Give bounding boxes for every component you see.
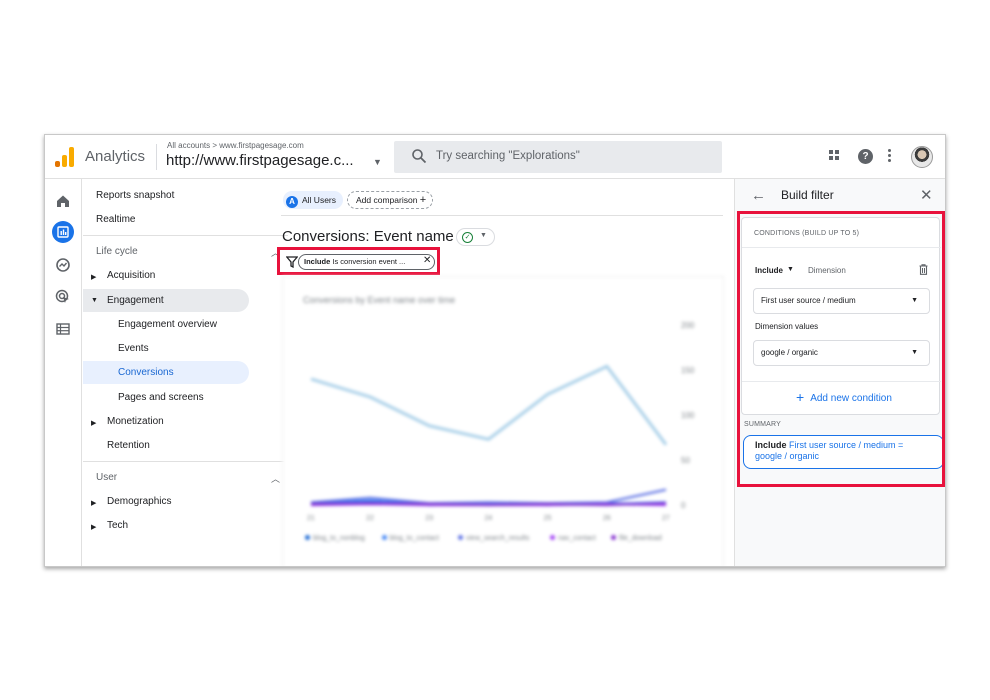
x-tick-label: 26 (603, 515, 611, 522)
explore-icon[interactable] (55, 257, 71, 273)
main-divider (281, 215, 723, 216)
nav-tech[interactable]: Tech (107, 520, 128, 531)
nav-pages-and-screens[interactable]: Pages and screens (118, 392, 204, 403)
more-vert-icon[interactable] (888, 149, 892, 165)
reports-nav: Reports snapshot Realtime Life cycle ︿ ▶… (83, 179, 288, 566)
app-name: Analytics (85, 148, 146, 165)
back-arrow-icon[interactable]: ← (751, 187, 766, 204)
legend-dot (381, 535, 387, 540)
configure-icon[interactable] (55, 321, 71, 337)
avatar[interactable] (911, 146, 933, 168)
nav-conversions[interactable]: Conversions (118, 367, 174, 378)
account-breadcrumb[interactable]: All accounts > www.firstpagesage.com (167, 141, 304, 150)
legend-item[interactable]: blog_to_contact (381, 535, 439, 542)
search-bar[interactable]: Try searching "Explorations" (394, 141, 722, 173)
legend-label: blog_to_nonblog (313, 535, 365, 542)
filter-highlight-box (277, 247, 440, 275)
report-status-dropdown[interactable]: ✓ ▼ (456, 228, 495, 246)
legend-item[interactable]: file_download (611, 535, 662, 542)
legend-label: nav_contact (558, 535, 596, 542)
nav-divider (83, 235, 288, 236)
check-circle-icon: ✓ (462, 232, 473, 243)
y-tick-label: 200 (681, 321, 695, 330)
search-icon (412, 149, 427, 164)
legend-item[interactable]: blog_to_nonblog (305, 535, 365, 542)
y-tick-label: 50 (681, 456, 690, 465)
nav-monetization[interactable]: Monetization (107, 416, 164, 427)
y-tick-label: 0 (681, 501, 686, 510)
header-divider (156, 144, 157, 170)
nav-retention[interactable]: Retention (107, 440, 150, 451)
expand-demographics-icon[interactable]: ▶ (91, 499, 96, 507)
plus-icon: + (419, 194, 427, 206)
expand-tech-icon[interactable]: ▶ (91, 523, 96, 531)
comparison-chip-label: All Users (302, 195, 337, 205)
legend-label: view_search_results (466, 535, 530, 542)
legend-item[interactable]: nav_contact (550, 535, 596, 542)
legend-dot (611, 535, 616, 540)
report-main: A All Users Add comparison + Conversions:… (261, 179, 733, 566)
x-tick-label: 23 (425, 515, 433, 522)
collapse-engagement-icon[interactable]: ▼ (91, 297, 98, 304)
panel-title: Build filter (781, 188, 834, 202)
nav-demographics[interactable]: Demographics (107, 496, 171, 507)
x-tick-label: 25 (544, 515, 552, 522)
nav-section-user[interactable]: User (96, 472, 117, 483)
add-comparison-button[interactable]: Add comparison + (347, 191, 434, 209)
add-comparison-label: Add comparison (356, 195, 418, 205)
property-selector[interactable]: http://www.firstpagesage.c... (166, 152, 354, 169)
expand-acquisition-icon[interactable]: ▶ (91, 273, 96, 281)
nav-engagement[interactable]: Engagement (107, 295, 164, 306)
nav-engagement-overview[interactable]: Engagement overview (118, 319, 217, 330)
expand-monetization-icon[interactable]: ▶ (91, 419, 96, 427)
x-tick-label: 21 (307, 515, 315, 522)
legend-dot (550, 535, 556, 540)
x-tick-label: 22 (366, 515, 374, 522)
series-line-unlabeled (310, 364, 668, 446)
x-tick-label: 24 (485, 515, 493, 522)
apps-icon[interactable] (829, 150, 843, 164)
legend-label: blog_to_contact (389, 535, 439, 542)
y-tick-label: 150 (681, 366, 695, 375)
report-title: Conversions: Event name (282, 228, 454, 245)
close-icon[interactable]: ✕ (920, 186, 933, 204)
y-tick-label: 100 (681, 411, 695, 420)
legend-dot (458, 535, 463, 540)
conversions-chart-card: Conversions by Event name over time 200 1… (283, 277, 723, 566)
legend-dot (305, 535, 310, 540)
legend-label: file_download (619, 535, 662, 542)
help-icon[interactable]: ? (858, 149, 873, 164)
nav-acquisition[interactable]: Acquisition (107, 270, 155, 281)
x-tick-label: 27 (662, 515, 670, 522)
conversions-line-chart: 200 150 100 50 0 21 22 23 24 25 26 27 (307, 321, 695, 522)
search-placeholder: Try searching "Explorations" (436, 150, 580, 162)
comparison-chip-all-users[interactable]: A All Users (283, 191, 344, 209)
icon-rail (45, 179, 82, 566)
home-icon[interactable] (55, 193, 71, 209)
nav-events[interactable]: Events (118, 343, 149, 354)
analytics-logo-icon[interactable] (55, 147, 75, 167)
top-bar: Analytics All accounts > www.firstpagesa… (45, 135, 945, 179)
nav-realtime[interactable]: Realtime (96, 214, 135, 225)
dropdown-caret-icon: ▼ (480, 232, 487, 239)
nav-divider (83, 461, 288, 462)
nav-reports-snapshot[interactable]: Reports snapshot (96, 190, 174, 201)
property-dropdown-icon[interactable]: ▼ (373, 157, 382, 167)
legend-item[interactable]: view_search_results (458, 535, 529, 542)
panel-highlight-box (737, 211, 945, 487)
advertising-icon[interactable] (55, 289, 71, 305)
comparison-letter-badge: A (286, 196, 298, 208)
nav-section-lifecycle[interactable]: Life cycle (96, 246, 138, 257)
reports-icon[interactable] (52, 221, 74, 243)
